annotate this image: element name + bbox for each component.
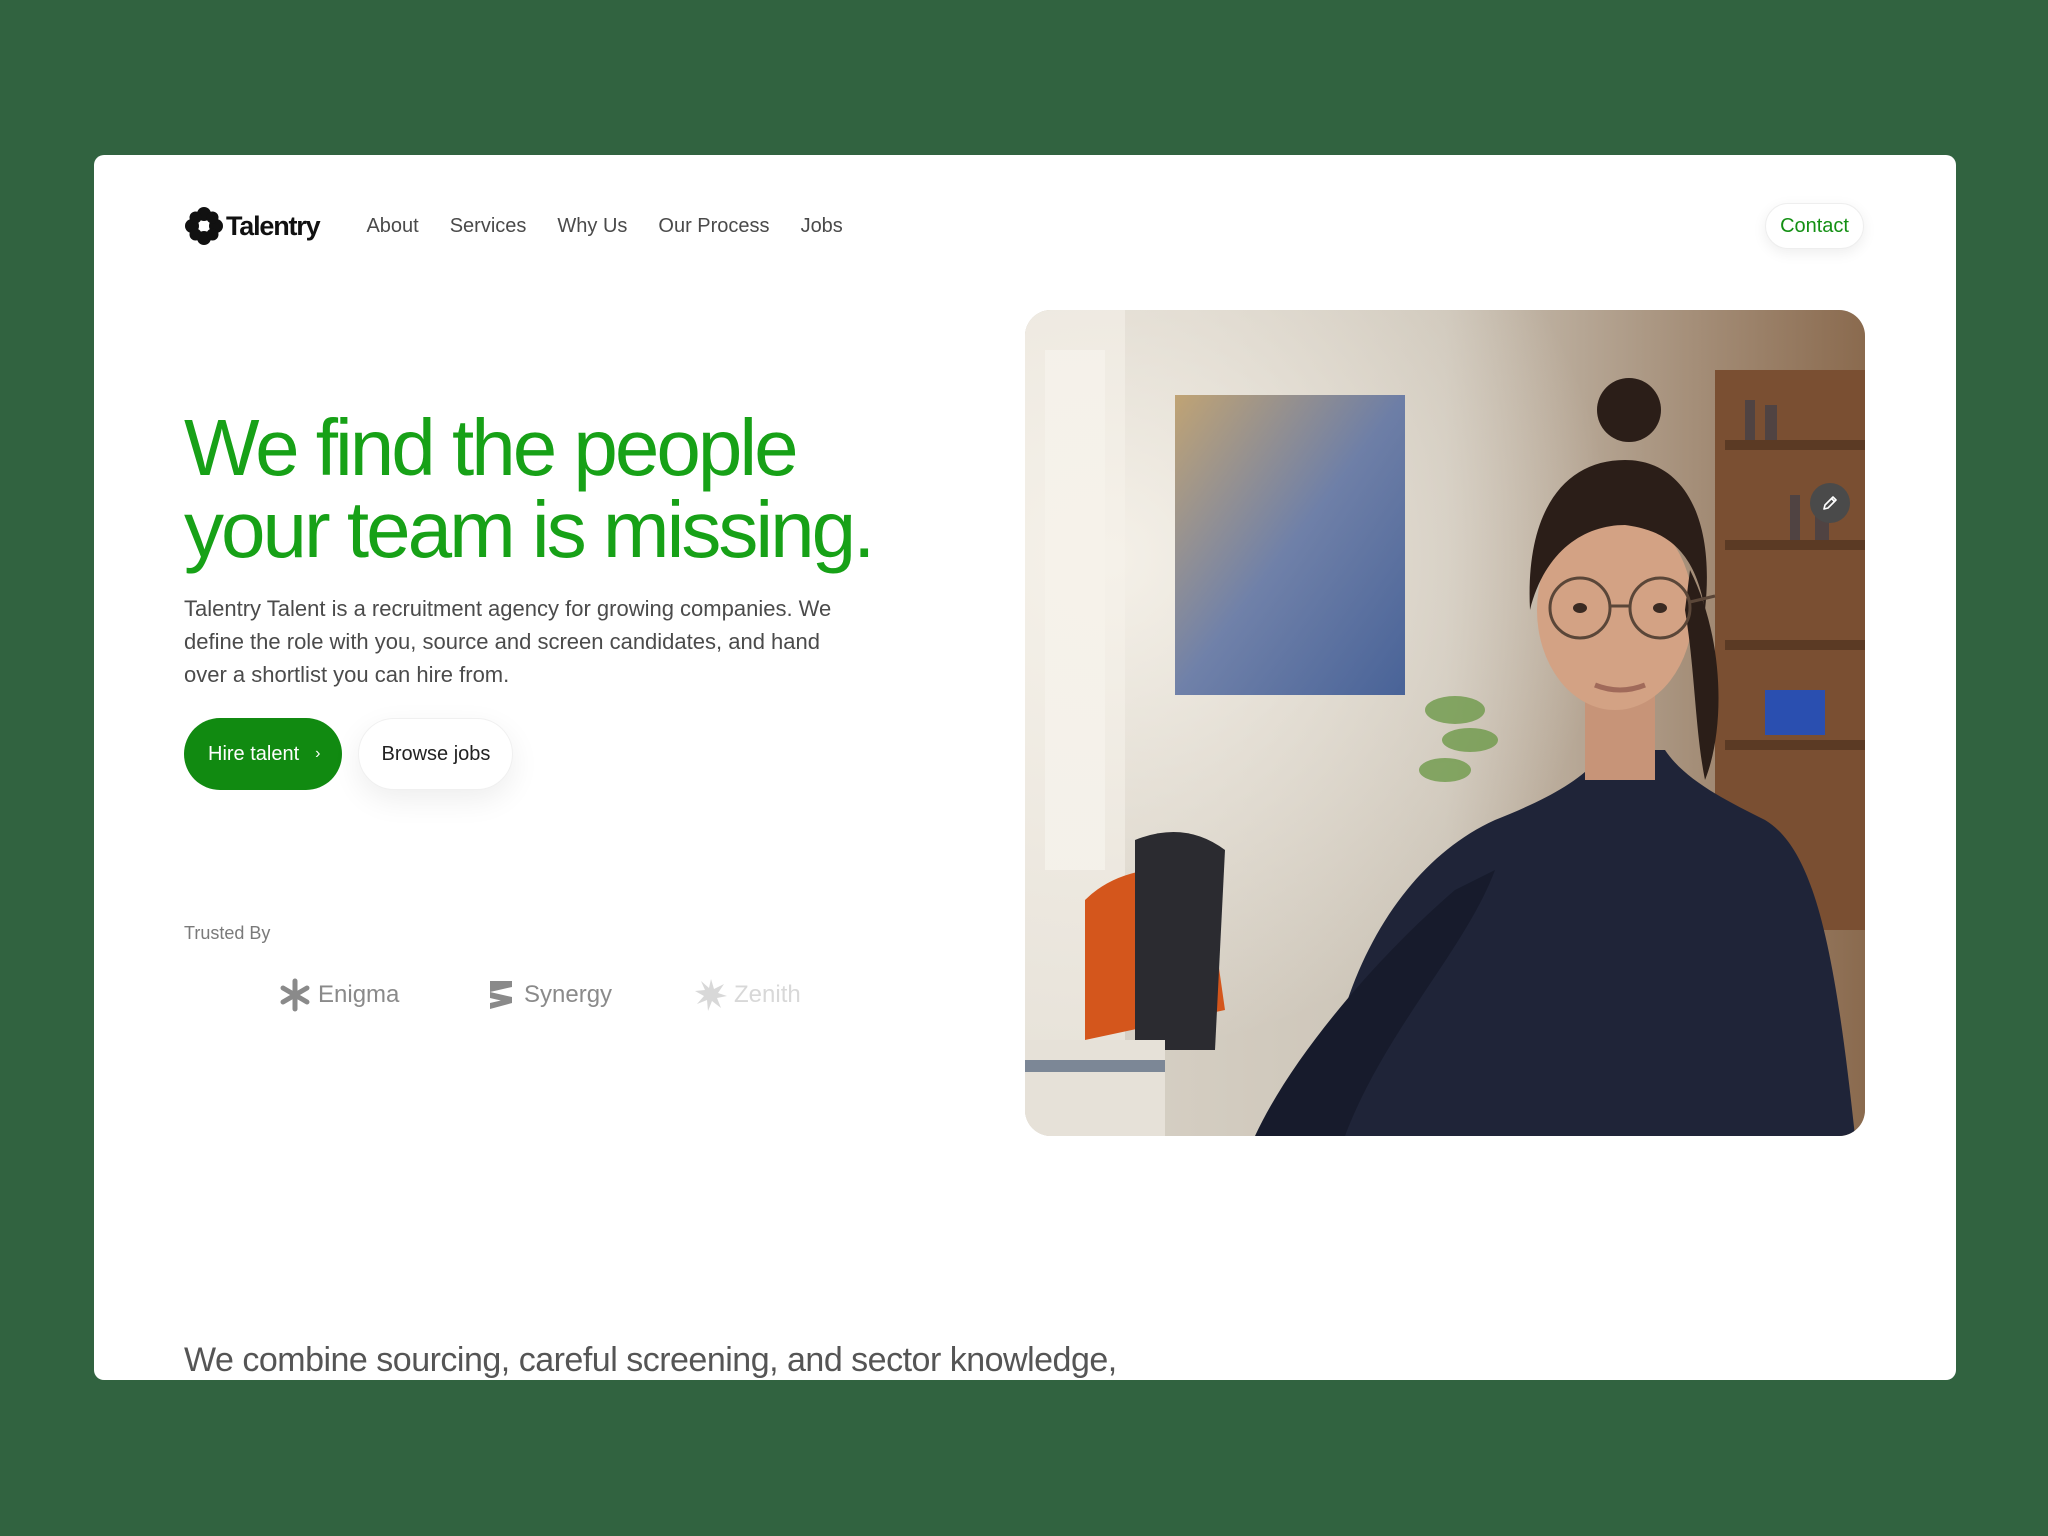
logo-synergy: Synergy [484, 978, 612, 1012]
logo-zenith: Zenith [694, 978, 801, 1012]
s-stripes-icon [490, 981, 512, 1009]
brand-flower-icon [185, 207, 223, 245]
logo-enigma-name: Enigma [318, 981, 400, 1008]
logo-zenith-name: Zenith [734, 981, 801, 1008]
browse-jobs-button[interactable]: Browse jobs [358, 718, 514, 790]
hero-portrait-photo [1025, 310, 1865, 1136]
brand-name: Talentry [226, 210, 321, 241]
page-frame: Talentry About Services Why Us Our Proce… [94, 155, 1956, 1380]
hire-talent-button[interactable]: Hire talent › [184, 718, 343, 790]
brand-logo[interactable]: Talentry [184, 206, 321, 246]
nav-links: About Services Why Us Our Process Jobs [366, 215, 842, 238]
portrait-illustration [1025, 310, 1865, 1136]
section-lead-text: We combine sourcing, careful screening, … [184, 1341, 1117, 1379]
contact-button[interactable]: Contact [1765, 203, 1864, 249]
trusted-by-label: Trusted By [184, 923, 271, 943]
edit-button[interactable] [1810, 483, 1850, 523]
hero-title-line-1: We find the people [184, 403, 799, 492]
logo-enigma: Enigma [278, 978, 399, 1012]
nav-link-why-us[interactable]: Why Us [557, 215, 627, 238]
asterisk-icon [280, 978, 310, 1012]
nav-link-services[interactable]: Services [450, 215, 527, 238]
chevron-right-icon: › [315, 745, 321, 762]
logo-synergy-name: Synergy [524, 981, 613, 1008]
trusted-logos: Enigma Synergy Zenith [278, 973, 918, 1017]
cta-row: Hire talent › Browse jobs [184, 718, 514, 790]
starburst-icon [695, 979, 727, 1011]
hero-title: We find the people your team is missing. [184, 407, 1004, 571]
top-nav: Talentry About Services Why Us Our Proce… [184, 201, 1864, 251]
nav-link-jobs[interactable]: Jobs [801, 215, 843, 238]
pencil-icon [1823, 496, 1837, 510]
nav-link-our-process[interactable]: Our Process [658, 215, 769, 238]
hero-title-line-2: your team is missing. [184, 485, 875, 574]
hero-description: Talentry Talent is a recruitment agency … [184, 596, 832, 687]
hire-talent-label: Hire talent [208, 742, 300, 765]
nav-link-about[interactable]: About [366, 215, 418, 238]
